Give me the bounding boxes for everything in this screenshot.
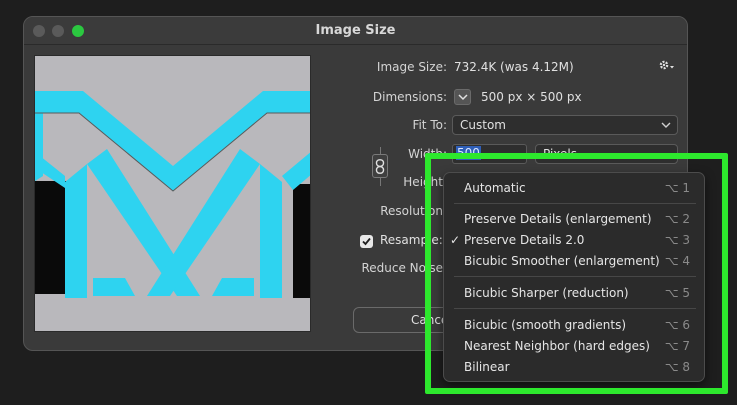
chevron-down-icon xyxy=(458,94,468,101)
width-value: 500 xyxy=(456,146,481,160)
link-bracket-top xyxy=(380,147,381,154)
menu-item-preserve-details[interactable]: Preserve Details (enlargement) ⌥ 2 xyxy=(444,209,704,230)
menu-separator xyxy=(454,203,696,204)
checkmark-icon: ✓ xyxy=(450,233,461,247)
menu-item-bicubic-smoother[interactable]: Bicubic Smoother (enlargement) ⌥ 4 xyxy=(444,251,704,272)
link-bracket-bottom xyxy=(380,178,381,186)
dimensions-value: 500 px × 500 px xyxy=(481,90,582,104)
dimensions-label: Dimensions: xyxy=(372,90,447,104)
image-size-value: 732.4K (was 4.12M) xyxy=(454,60,574,74)
menu-item-bicubic-sharper[interactable]: Bicubic Sharper (reduction) ⌥ 5 xyxy=(444,283,704,304)
width-unit-value: Pixels xyxy=(543,147,578,161)
image-size-label: Image Size: xyxy=(376,60,447,74)
width-input[interactable]: 500 xyxy=(452,144,527,164)
title-bar: Image Size xyxy=(24,17,687,45)
fit-to-value: Custom xyxy=(460,118,506,132)
dimensions-unit-dropdown[interactable] xyxy=(454,89,471,105)
menu-separator xyxy=(454,308,696,309)
image-preview[interactable] xyxy=(34,55,311,332)
gear-icon[interactable] xyxy=(658,59,676,73)
link-chain-icon[interactable] xyxy=(372,154,388,178)
menu-item-preserve-details-2[interactable]: ✓ Preserve Details 2.0 ⌥ 3 xyxy=(444,230,704,251)
width-label: Width: xyxy=(408,147,447,161)
chevron-down-icon xyxy=(661,122,671,128)
resample-label: Resample: xyxy=(380,233,443,247)
resolution-label: Resolution: xyxy=(380,204,447,218)
menu-item-bicubic[interactable]: Bicubic (smooth gradients) ⌥ 6 xyxy=(444,315,704,336)
menu-item-automatic[interactable]: Automatic ⌥ 1 xyxy=(444,178,704,199)
resample-method-menu: Automatic ⌥ 1 Preserve Details (enlargem… xyxy=(443,172,705,382)
fit-to-select[interactable]: Custom xyxy=(452,115,678,135)
height-label: Height: xyxy=(403,175,447,189)
width-unit-select[interactable]: Pixels xyxy=(535,144,678,164)
menu-item-bilinear[interactable]: Bilinear ⌥ 8 xyxy=(444,357,704,378)
menu-separator xyxy=(454,276,696,277)
checkmark-icon xyxy=(362,237,371,246)
logo-preview-graphic xyxy=(35,56,310,331)
reduce-noise-label: Reduce Noise: xyxy=(361,261,447,275)
resample-checkbox[interactable] xyxy=(360,235,373,248)
menu-item-nearest-neighbor[interactable]: Nearest Neighbor (hard edges) ⌥ 7 xyxy=(444,336,704,357)
fit-to-label: Fit To: xyxy=(412,118,447,132)
dialog-title: Image Size xyxy=(315,23,396,38)
screen: Image Size Image Size: 732.4K (was 4.12M… xyxy=(0,0,737,405)
